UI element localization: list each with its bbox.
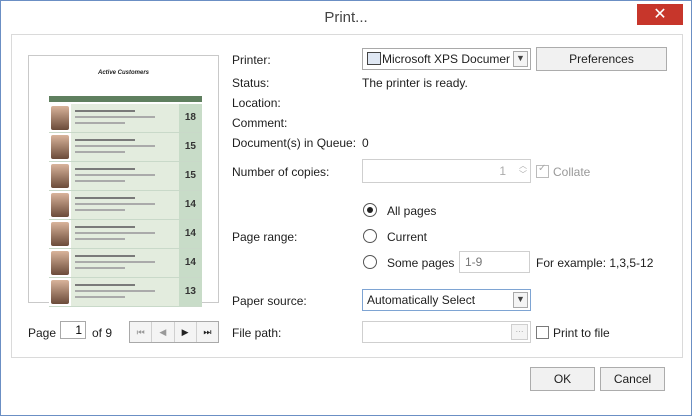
page-label: Page bbox=[28, 326, 57, 340]
printer-value: Microsoft XPS Documer bbox=[382, 52, 510, 66]
next-page-button[interactable]: ▶ bbox=[175, 322, 197, 342]
cancel-label: Cancel bbox=[613, 372, 652, 386]
all-pages-label: All pages bbox=[387, 204, 437, 218]
comment-label: Comment: bbox=[232, 116, 288, 130]
page-count-label: of 9 bbox=[92, 326, 113, 340]
preview-count: 15 bbox=[184, 141, 196, 152]
preferences-button[interactable]: Preferences bbox=[536, 47, 667, 71]
preview-header bbox=[49, 96, 202, 102]
preview-row: 14 bbox=[49, 249, 202, 278]
close-button[interactable]: ✕ bbox=[637, 4, 683, 25]
photo-thumbnail bbox=[51, 193, 69, 217]
collate-label: Collate bbox=[553, 165, 591, 179]
first-page-button[interactable]: ⏮ bbox=[130, 322, 153, 342]
ok-label: OK bbox=[553, 372, 572, 386]
copies-label: Number of copies: bbox=[232, 165, 330, 179]
preview-count: 14 bbox=[184, 228, 196, 239]
current-label: Current bbox=[387, 230, 428, 244]
collate-checkbox[interactable]: ✓ bbox=[536, 163, 549, 178]
status-value: The printer is ready. bbox=[362, 76, 468, 90]
spin-arrows-icon: ︿ ﹀ bbox=[519, 161, 527, 179]
file-path-input[interactable]: ··· bbox=[362, 321, 531, 343]
browse-icon[interactable]: ··· bbox=[511, 324, 528, 340]
title-bar: Print... ✕ bbox=[1, 1, 691, 34]
queue-value: 0 bbox=[362, 136, 369, 150]
previous-page-button[interactable]: ◀ bbox=[152, 322, 175, 342]
photo-thumbnail bbox=[51, 280, 69, 304]
queue-label: Document(s) in Queue: bbox=[232, 136, 357, 150]
printer-icon bbox=[367, 52, 381, 65]
print-dialog: Print... ✕ Active Customers 18 15 15 14 … bbox=[0, 0, 692, 416]
next-page-icon: ▶ bbox=[181, 327, 189, 337]
file-path-label: File path: bbox=[232, 326, 282, 340]
preview-row: 15 bbox=[49, 162, 202, 191]
first-page-icon: ⏮ bbox=[136, 327, 145, 337]
paper-source-select[interactable]: Automatically Select ▼ bbox=[362, 289, 531, 311]
preview-rows: 18 15 15 14 14 14 13 bbox=[49, 96, 202, 307]
page-range-label: Page range: bbox=[232, 230, 298, 244]
some-pages-radio[interactable] bbox=[363, 255, 377, 269]
preview-row: 14 bbox=[49, 220, 202, 249]
dialog-title: Print... bbox=[324, 9, 368, 26]
photo-thumbnail bbox=[51, 251, 69, 275]
preview-row: 13 bbox=[49, 278, 202, 307]
photo-thumbnail bbox=[51, 106, 69, 130]
paper-source-label: Paper source: bbox=[232, 294, 307, 308]
copies-stepper[interactable]: 1 ︿ ﹀ bbox=[362, 159, 531, 183]
preview-count: 13 bbox=[184, 286, 196, 297]
some-pages-input[interactable] bbox=[459, 251, 530, 273]
status-label: Status: bbox=[232, 76, 270, 90]
preview-count: 14 bbox=[184, 257, 196, 268]
pager-nav: ⏮ ◀ ▶ ⏭ bbox=[129, 321, 219, 343]
all-pages-radio[interactable] bbox=[363, 203, 377, 217]
last-page-button[interactable]: ⏭ bbox=[197, 322, 218, 342]
preview-row: 14 bbox=[49, 191, 202, 220]
chevron-down-icon: ▼ bbox=[513, 292, 528, 308]
print-preview: Active Customers 18 15 15 14 14 14 13 bbox=[28, 55, 219, 307]
cancel-button[interactable]: Cancel bbox=[600, 367, 665, 391]
copies-value: 1 bbox=[499, 164, 506, 178]
photo-thumbnail bbox=[51, 222, 69, 246]
last-page-icon: ⏭ bbox=[203, 327, 212, 337]
paper-source-value: Automatically Select bbox=[367, 293, 476, 307]
page-range-example: For example: 1,3,5-12 bbox=[536, 256, 654, 270]
preview-count: 18 bbox=[184, 112, 196, 123]
photo-thumbnail bbox=[51, 135, 69, 159]
location-label: Location: bbox=[232, 96, 281, 110]
preview-count: 14 bbox=[184, 199, 196, 210]
preview-row: 15 bbox=[49, 133, 202, 162]
print-to-file-checkbox[interactable] bbox=[536, 326, 549, 339]
preview-title: Active Customers bbox=[97, 70, 150, 76]
previous-page-icon: ◀ bbox=[159, 327, 167, 337]
check-icon: ✓ bbox=[538, 163, 547, 174]
dialog-body: Active Customers 18 15 15 14 14 14 13 Pa… bbox=[11, 34, 683, 358]
current-radio[interactable] bbox=[363, 229, 377, 243]
page-number-input[interactable] bbox=[60, 321, 86, 339]
preferences-label: Preferences bbox=[569, 52, 634, 66]
printer-select[interactable]: Microsoft XPS Documer ▼ bbox=[362, 48, 531, 70]
printer-label: Printer: bbox=[232, 53, 271, 67]
print-to-file-label: Print to file bbox=[553, 326, 610, 340]
photo-thumbnail bbox=[51, 164, 69, 188]
chevron-down-icon: ▼ bbox=[513, 51, 528, 67]
some-pages-label: Some pages bbox=[387, 256, 455, 270]
ok-button[interactable]: OK bbox=[530, 367, 595, 391]
preview-count: 15 bbox=[184, 170, 196, 181]
preview-row: 18 bbox=[49, 104, 202, 133]
close-icon: ✕ bbox=[653, 6, 667, 23]
